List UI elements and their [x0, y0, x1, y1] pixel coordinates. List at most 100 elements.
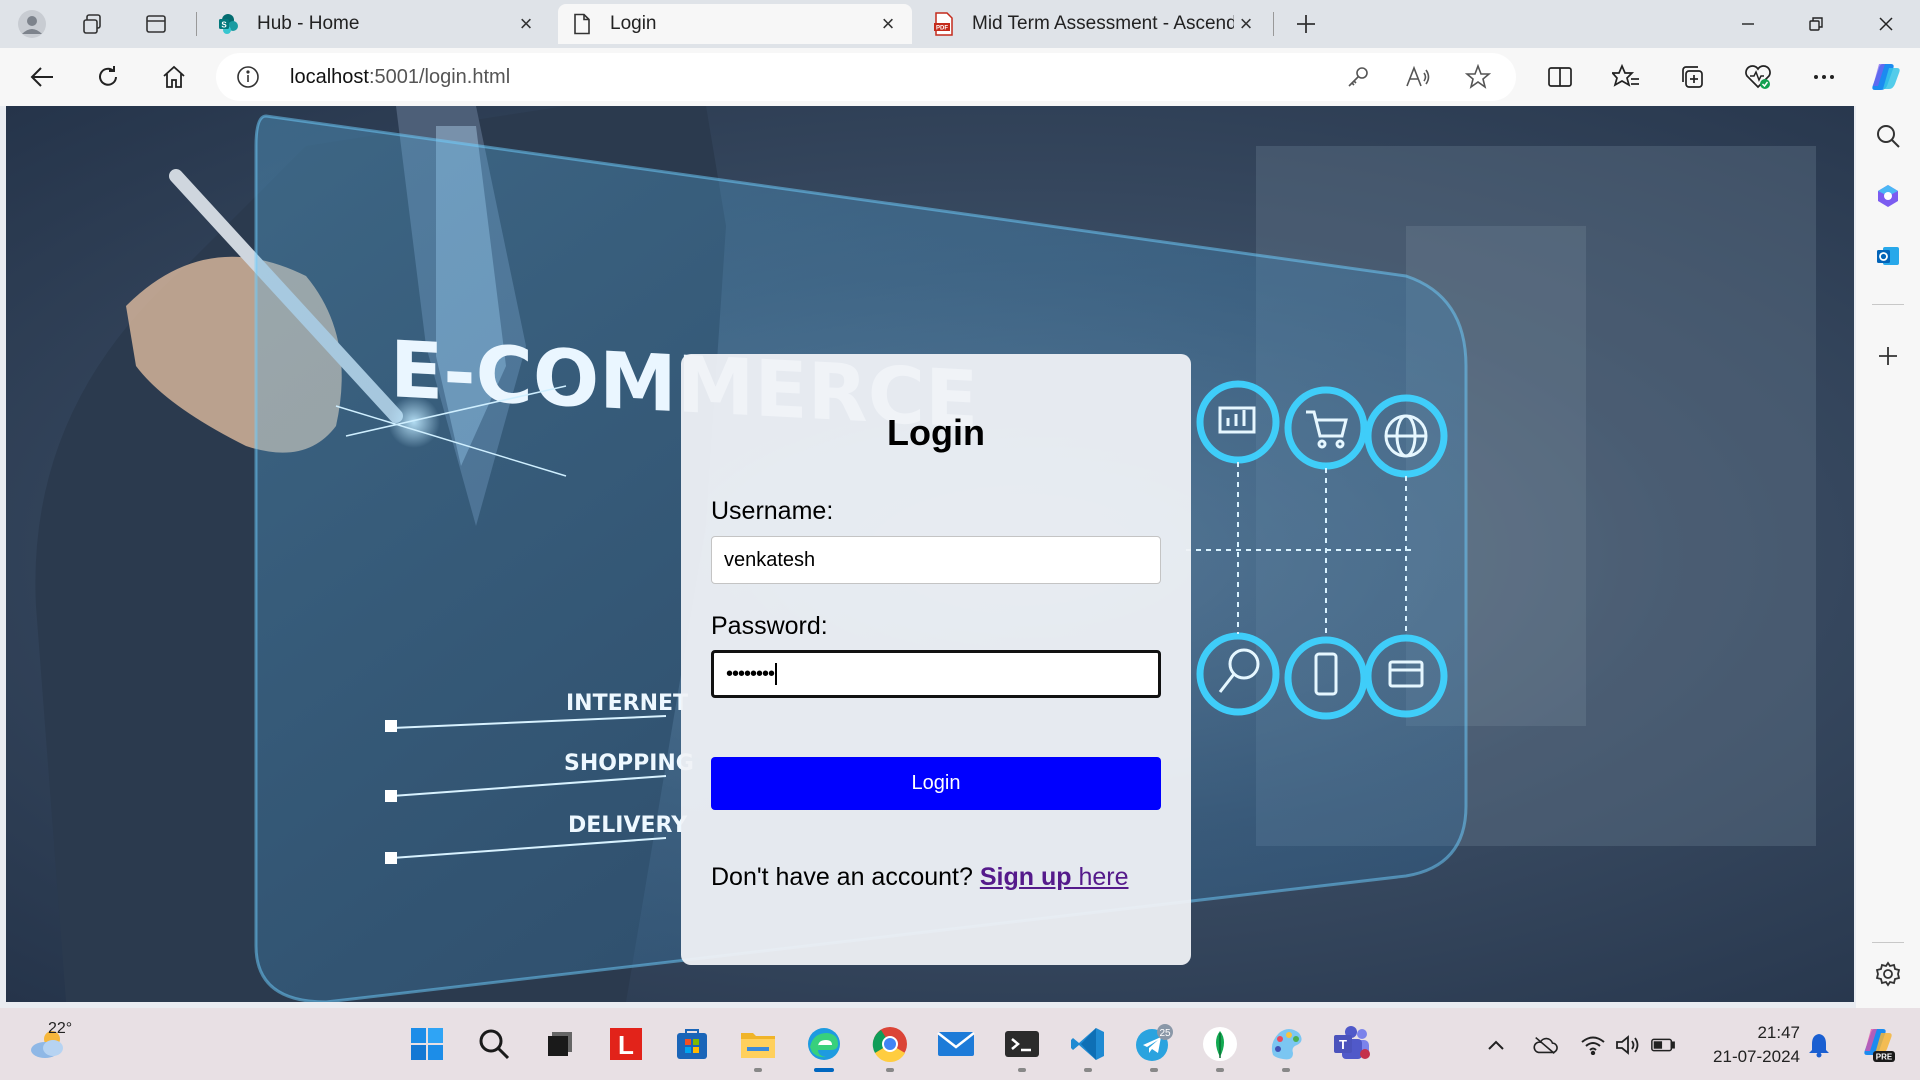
- weather-temperature: 22°: [48, 1020, 73, 1037]
- wifi-icon[interactable]: [1580, 1032, 1606, 1058]
- svg-text:L: L: [618, 1030, 634, 1060]
- favorites-icon[interactable]: [1606, 57, 1646, 97]
- browser-essentials-icon[interactable]: [1738, 57, 1778, 97]
- show-hidden-icons-chevron[interactable]: [1483, 1032, 1509, 1058]
- url-path: :5001/login.html: [368, 66, 511, 88]
- page-viewport: E-COMMERCE INTERNET SHOPPING DELIVERY: [6, 106, 1854, 1002]
- address-bar[interactable]: localhost:5001/login.html: [216, 53, 1516, 101]
- copilot-icon[interactable]: [1866, 57, 1906, 97]
- password-key-icon[interactable]: [1342, 61, 1374, 93]
- search-icon[interactable]: [1872, 120, 1904, 152]
- back-icon[interactable]: [22, 57, 62, 97]
- paint-app-icon[interactable]: [1264, 1022, 1308, 1066]
- battery-icon[interactable]: [1650, 1032, 1676, 1058]
- minimize-icon[interactable]: [1720, 4, 1776, 44]
- clock[interactable]: 21:47 21-07-2024: [1700, 1021, 1800, 1069]
- login-button[interactable]: Login: [711, 757, 1161, 810]
- add-sidebar-app-icon[interactable]: [1872, 340, 1904, 372]
- running-indicator: [1084, 1068, 1092, 1072]
- password-label: Password:: [711, 612, 828, 640]
- onedrive-cloud-icon[interactable]: [1532, 1032, 1558, 1058]
- clock-time: 21:47: [1757, 1023, 1800, 1042]
- copilot-preview-icon[interactable]: PRE: [1858, 1024, 1898, 1064]
- tab-title: Mid Term Assessment - Ascendio: [972, 13, 1234, 34]
- mongodb-compass-icon[interactable]: [1198, 1022, 1242, 1066]
- signup-link[interactable]: Sign up here: [980, 863, 1129, 891]
- file-explorer-icon[interactable]: [736, 1022, 780, 1066]
- password-value: ••••••••: [726, 662, 775, 685]
- volume-icon[interactable]: [1614, 1032, 1640, 1058]
- signup-link-rest: here: [1071, 863, 1129, 891]
- tab-title: Hub - Home: [257, 13, 360, 34]
- windows-start-icon[interactable]: [405, 1022, 449, 1066]
- tab-separator: [196, 12, 197, 36]
- svg-text:S: S: [221, 21, 227, 30]
- svg-text:T: T: [1339, 1037, 1347, 1052]
- running-indicator: [1018, 1068, 1026, 1072]
- username-input[interactable]: venkatesh: [711, 536, 1161, 584]
- new-tab-icon[interactable]: [1290, 8, 1322, 40]
- mail-icon[interactable]: [934, 1022, 978, 1066]
- running-indicator: [1216, 1068, 1224, 1072]
- refresh-icon[interactable]: [88, 57, 128, 97]
- signup-prompt-text: Don't have an account?: [711, 863, 973, 891]
- read-aloud-icon[interactable]: [1402, 61, 1434, 93]
- tab-mid-term-assessment[interactable]: PDF Mid Term Assessment - Ascendio ×: [920, 4, 1270, 44]
- sidebar-divider: [1872, 304, 1904, 305]
- background-item-internet: INTERNET: [566, 691, 688, 716]
- search-taskbar-icon[interactable]: [472, 1022, 516, 1066]
- login-card: Login Username: venkatesh Password: ••••…: [681, 354, 1191, 965]
- edge-browser-icon[interactable]: [802, 1022, 846, 1066]
- close-icon[interactable]: ×: [876, 11, 900, 36]
- telegram-icon[interactable]: 25: [1132, 1022, 1176, 1066]
- settings-gear-icon[interactable]: [1872, 958, 1904, 990]
- microsoft-store-icon[interactable]: [670, 1022, 714, 1066]
- tab-login[interactable]: Login ×: [558, 4, 912, 44]
- windows-taskbar: 22° L 25 T 21:47 21-07-2024 PRE: [0, 1008, 1920, 1080]
- login-title: Login: [887, 412, 985, 453]
- url-text: localhost:5001/login.html: [290, 66, 510, 89]
- lenovo-app-icon[interactable]: L: [604, 1022, 648, 1066]
- tab-title: Login: [610, 13, 657, 34]
- vscode-icon[interactable]: [1066, 1022, 1110, 1066]
- favorite-star-icon[interactable]: [1462, 61, 1494, 93]
- notification-bell-icon[interactable]: [1806, 1032, 1832, 1058]
- tab-separator: [1273, 12, 1274, 36]
- password-input[interactable]: ••••••••: [711, 650, 1161, 698]
- profile-icon[interactable]: [16, 8, 48, 40]
- close-window-icon[interactable]: [1858, 4, 1914, 44]
- chrome-icon[interactable]: [868, 1022, 912, 1066]
- vertical-tabs-icon[interactable]: [140, 8, 172, 40]
- teams-icon[interactable]: T: [1330, 1022, 1374, 1066]
- terminal-icon[interactable]: [1000, 1022, 1044, 1066]
- svg-text:PDF: PDF: [936, 26, 948, 32]
- running-indicator: [1150, 1068, 1158, 1072]
- task-view-icon[interactable]: [538, 1022, 582, 1066]
- browser-toolbar: localhost:5001/login.html: [0, 48, 1920, 106]
- collections-icon[interactable]: [1672, 57, 1712, 97]
- copilot-app-icon[interactable]: [1872, 180, 1904, 212]
- running-indicator: [1282, 1068, 1290, 1072]
- signup-prompt: Don't have an account? Sign up here: [711, 863, 1129, 892]
- more-options-icon[interactable]: [1804, 57, 1844, 97]
- username-value: venkatesh: [724, 548, 816, 571]
- site-info-icon[interactable]: [236, 65, 260, 89]
- text-caret: [775, 663, 778, 685]
- svg-text:PRE: PRE: [1876, 1053, 1893, 1062]
- sidebar-divider: [1872, 942, 1904, 943]
- telegram-badge: 25: [1159, 1028, 1171, 1039]
- running-indicator: [754, 1068, 762, 1072]
- tab-hub-home[interactable]: S Hub - Home ×: [205, 4, 550, 44]
- pdf-icon: PDF: [932, 12, 956, 36]
- signup-link-bold: Sign up: [979, 863, 1072, 891]
- workspaces-icon[interactable]: [76, 8, 108, 40]
- active-app-indicator: [814, 1068, 834, 1072]
- home-icon[interactable]: [154, 57, 194, 97]
- split-screen-icon[interactable]: [1540, 57, 1580, 97]
- restore-icon[interactable]: [1788, 4, 1844, 44]
- close-icon[interactable]: ×: [514, 11, 538, 36]
- url-host: localhost: [290, 66, 369, 88]
- background-item-shopping: SHOPPING: [564, 751, 694, 776]
- outlook-icon[interactable]: [1872, 240, 1904, 272]
- close-icon[interactable]: ×: [1234, 11, 1258, 36]
